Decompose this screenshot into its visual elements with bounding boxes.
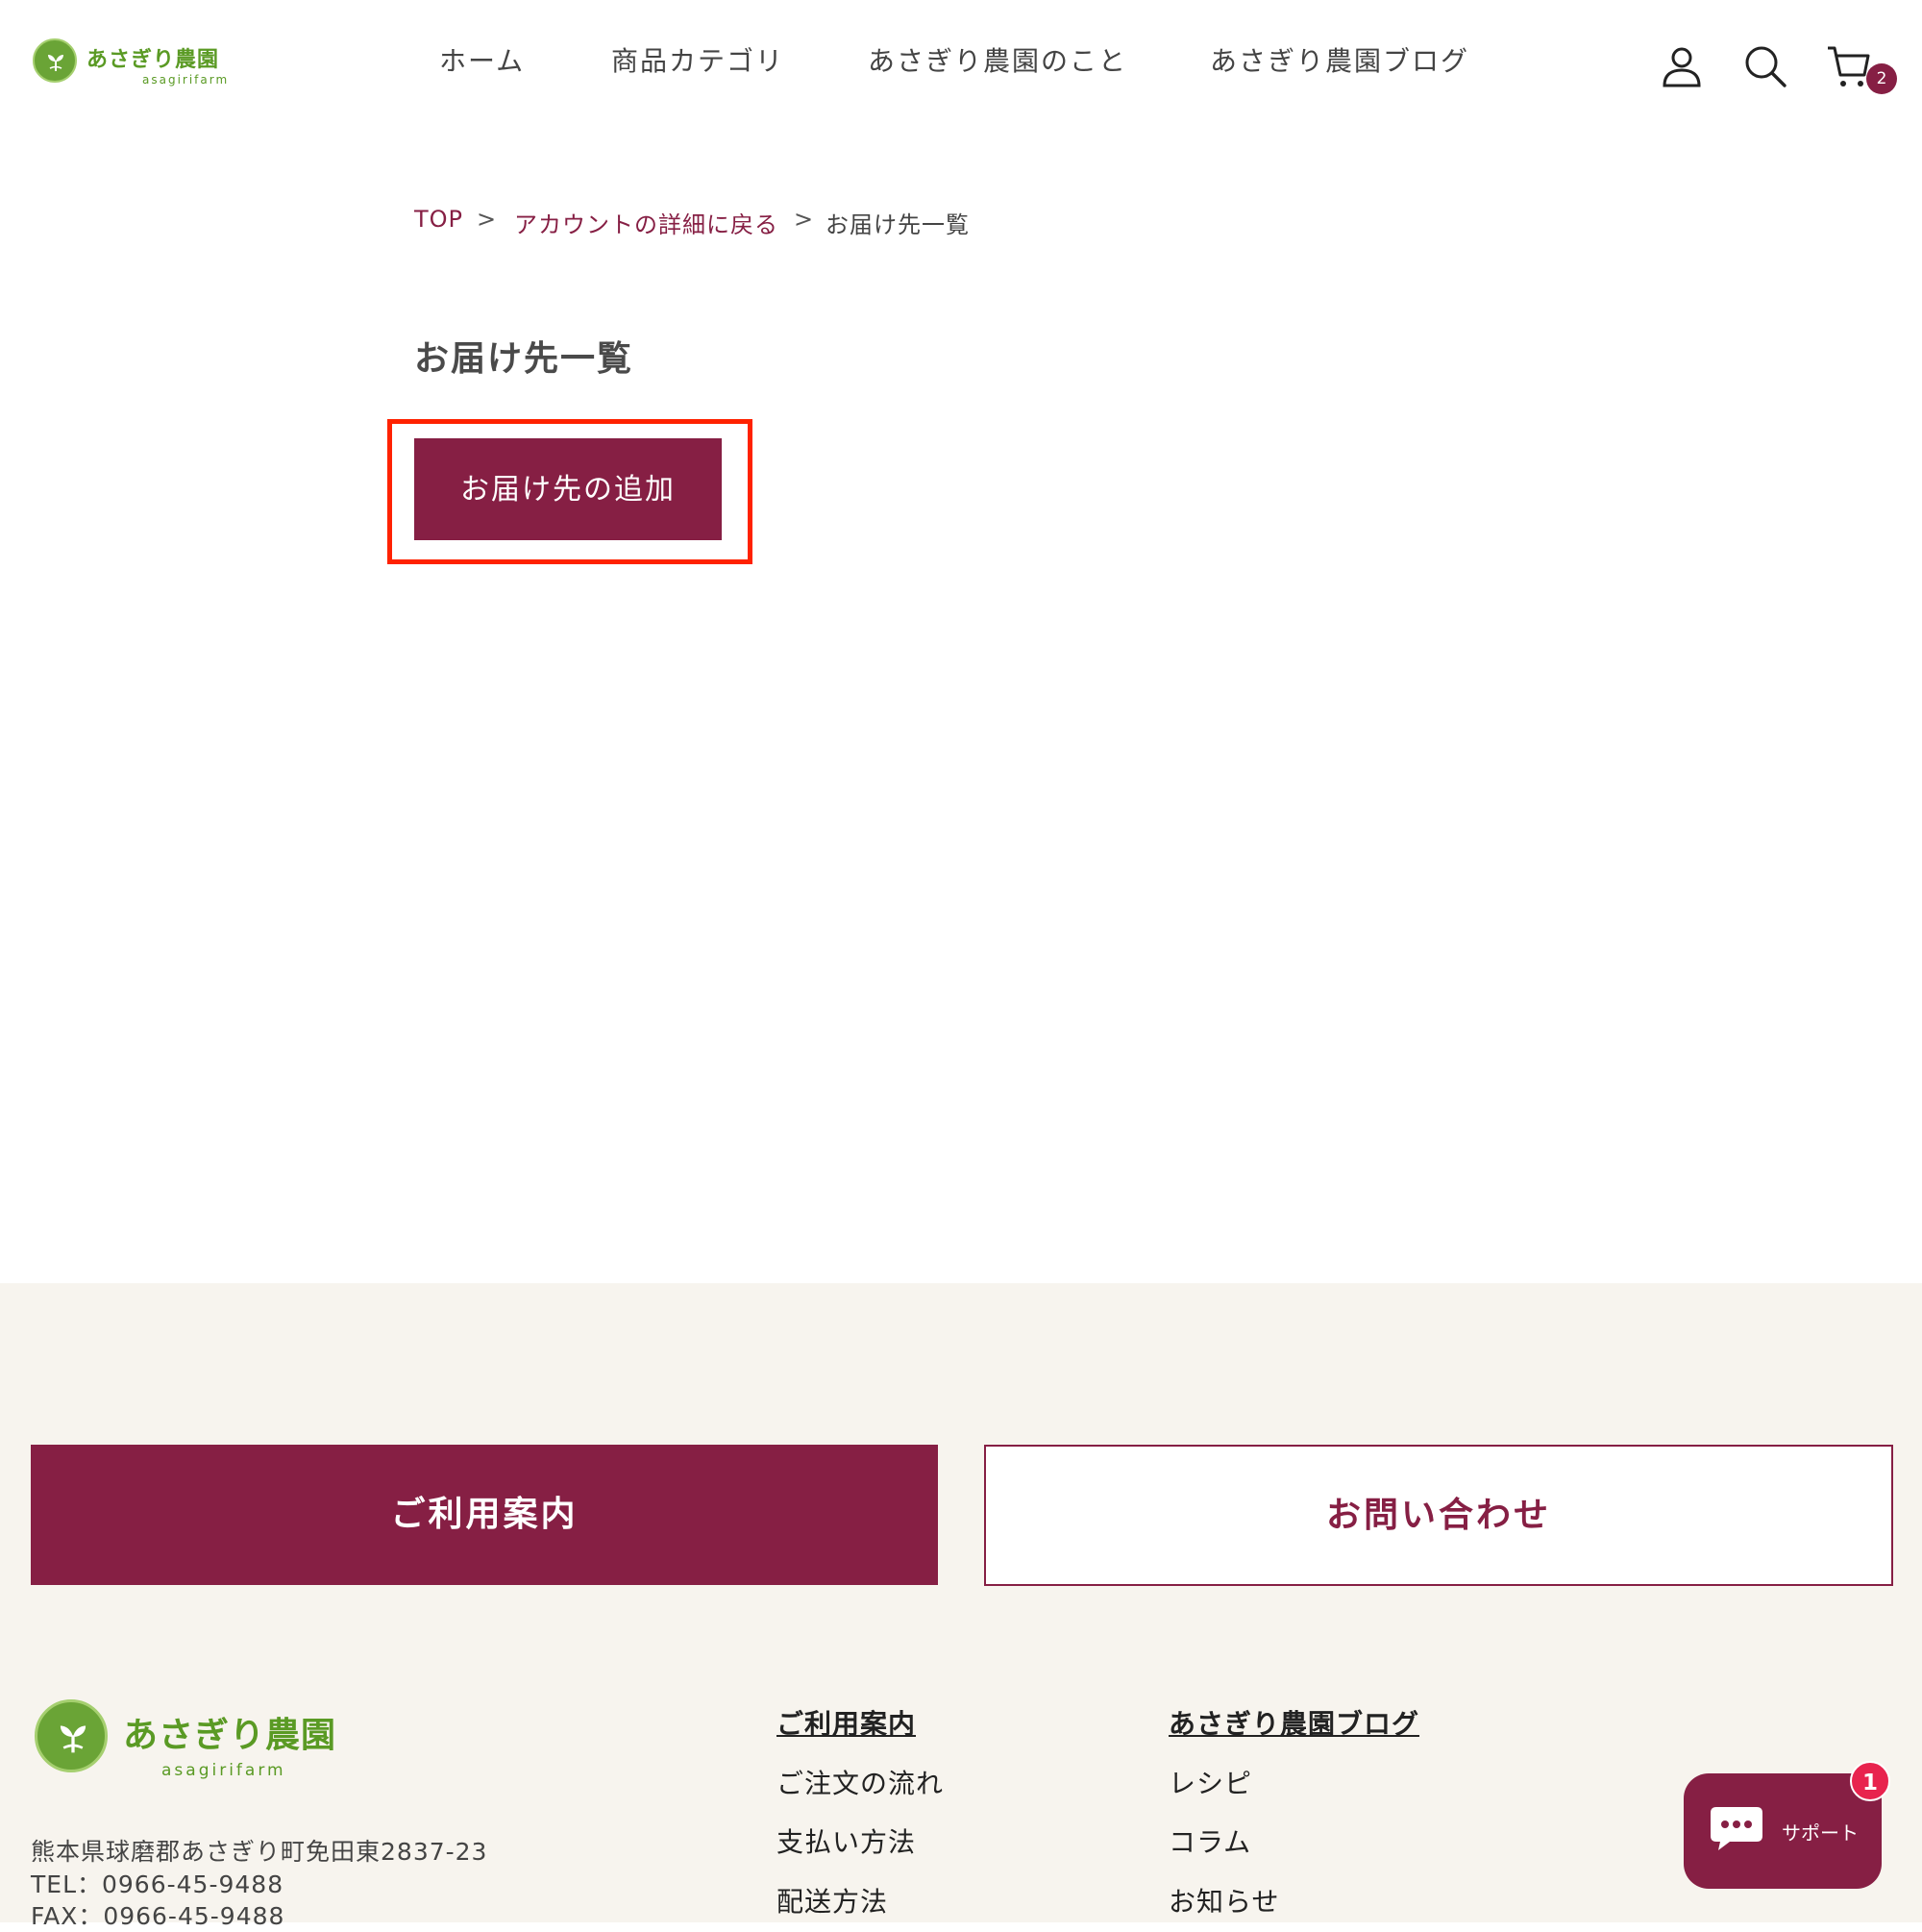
breadcrumb-account[interactable]: アカウントの詳細に戻る — [514, 206, 778, 239]
logo-subtext: asagirifarm — [161, 1761, 286, 1780]
footer-fax: FAX：0966-45-9488 — [31, 1902, 285, 1930]
breadcrumb-current: お届け先一覧 — [825, 211, 970, 238]
logo-wordmark: あさぎり農園 — [123, 1716, 337, 1755]
logo-wordmark: あさぎり農園 — [86, 48, 220, 72]
search-icon[interactable] — [1743, 44, 1787, 88]
footer-link-column[interactable]: コラム — [1169, 1821, 1251, 1860]
cart-icon[interactable] — [1826, 44, 1870, 88]
footer-link-shipping[interactable]: 配送方法 — [776, 1881, 888, 1920]
nav-about[interactable]: あさぎり農園のこと — [868, 40, 1127, 79]
account-icon[interactable] — [1660, 44, 1704, 88]
page-title: お届け先一覧 — [414, 339, 634, 379]
contact-button[interactable]: お問い合わせ — [984, 1445, 1893, 1586]
nav-home[interactable]: ホーム — [439, 40, 525, 79]
footer-link-recipe[interactable]: レシピ — [1169, 1763, 1252, 1801]
chat-bubble-icon — [1711, 1807, 1762, 1850]
footer-link-payment[interactable]: 支払い方法 — [776, 1821, 916, 1860]
site-logo[interactable]: あさぎり農園 asagirifarm — [33, 38, 227, 90]
nav-categories[interactable]: 商品カテゴリ — [611, 40, 784, 79]
sprout-logo-icon — [33, 38, 77, 83]
guide-button[interactable]: ご利用案内 — [31, 1445, 938, 1585]
breadcrumb-top[interactable]: TOP — [414, 206, 463, 233]
cart-count-badge: 2 — [1866, 63, 1897, 94]
breadcrumb-separator: > — [794, 206, 815, 233]
sprout-logo-icon — [35, 1699, 108, 1772]
add-address-button[interactable]: お届け先の追加 — [414, 438, 722, 540]
site-footer — [0, 1283, 1922, 1922]
footer-col-blog-heading[interactable]: あさぎり農園ブログ — [1169, 1703, 1419, 1742]
footer-logo[interactable]: あさぎり農園 asagirifarm — [35, 1699, 342, 1786]
nav-blog[interactable]: あさぎり農園ブログ — [1210, 40, 1469, 79]
logo-subtext: asagirifarm — [142, 73, 230, 87]
footer-tel: TEL：0966-45-9488 — [31, 1870, 284, 1898]
support-label: サポート — [1782, 1821, 1859, 1845]
footer-link-order-flow[interactable]: ご注文の流れ — [776, 1763, 944, 1801]
site-header: あさぎり農園 asagirifarm ホーム 商品カテゴリ あさぎり農園のこと … — [0, 0, 1922, 125]
footer-address: 熊本県球磨郡あさぎり町免田東2837-23 — [31, 1838, 488, 1866]
footer-col-guide-heading[interactable]: ご利用案内 — [776, 1703, 916, 1742]
breadcrumb-separator: > — [477, 206, 498, 233]
footer-link-news[interactable]: お知らせ — [1169, 1881, 1279, 1920]
support-notification-badge: 1 — [1850, 1761, 1890, 1801]
